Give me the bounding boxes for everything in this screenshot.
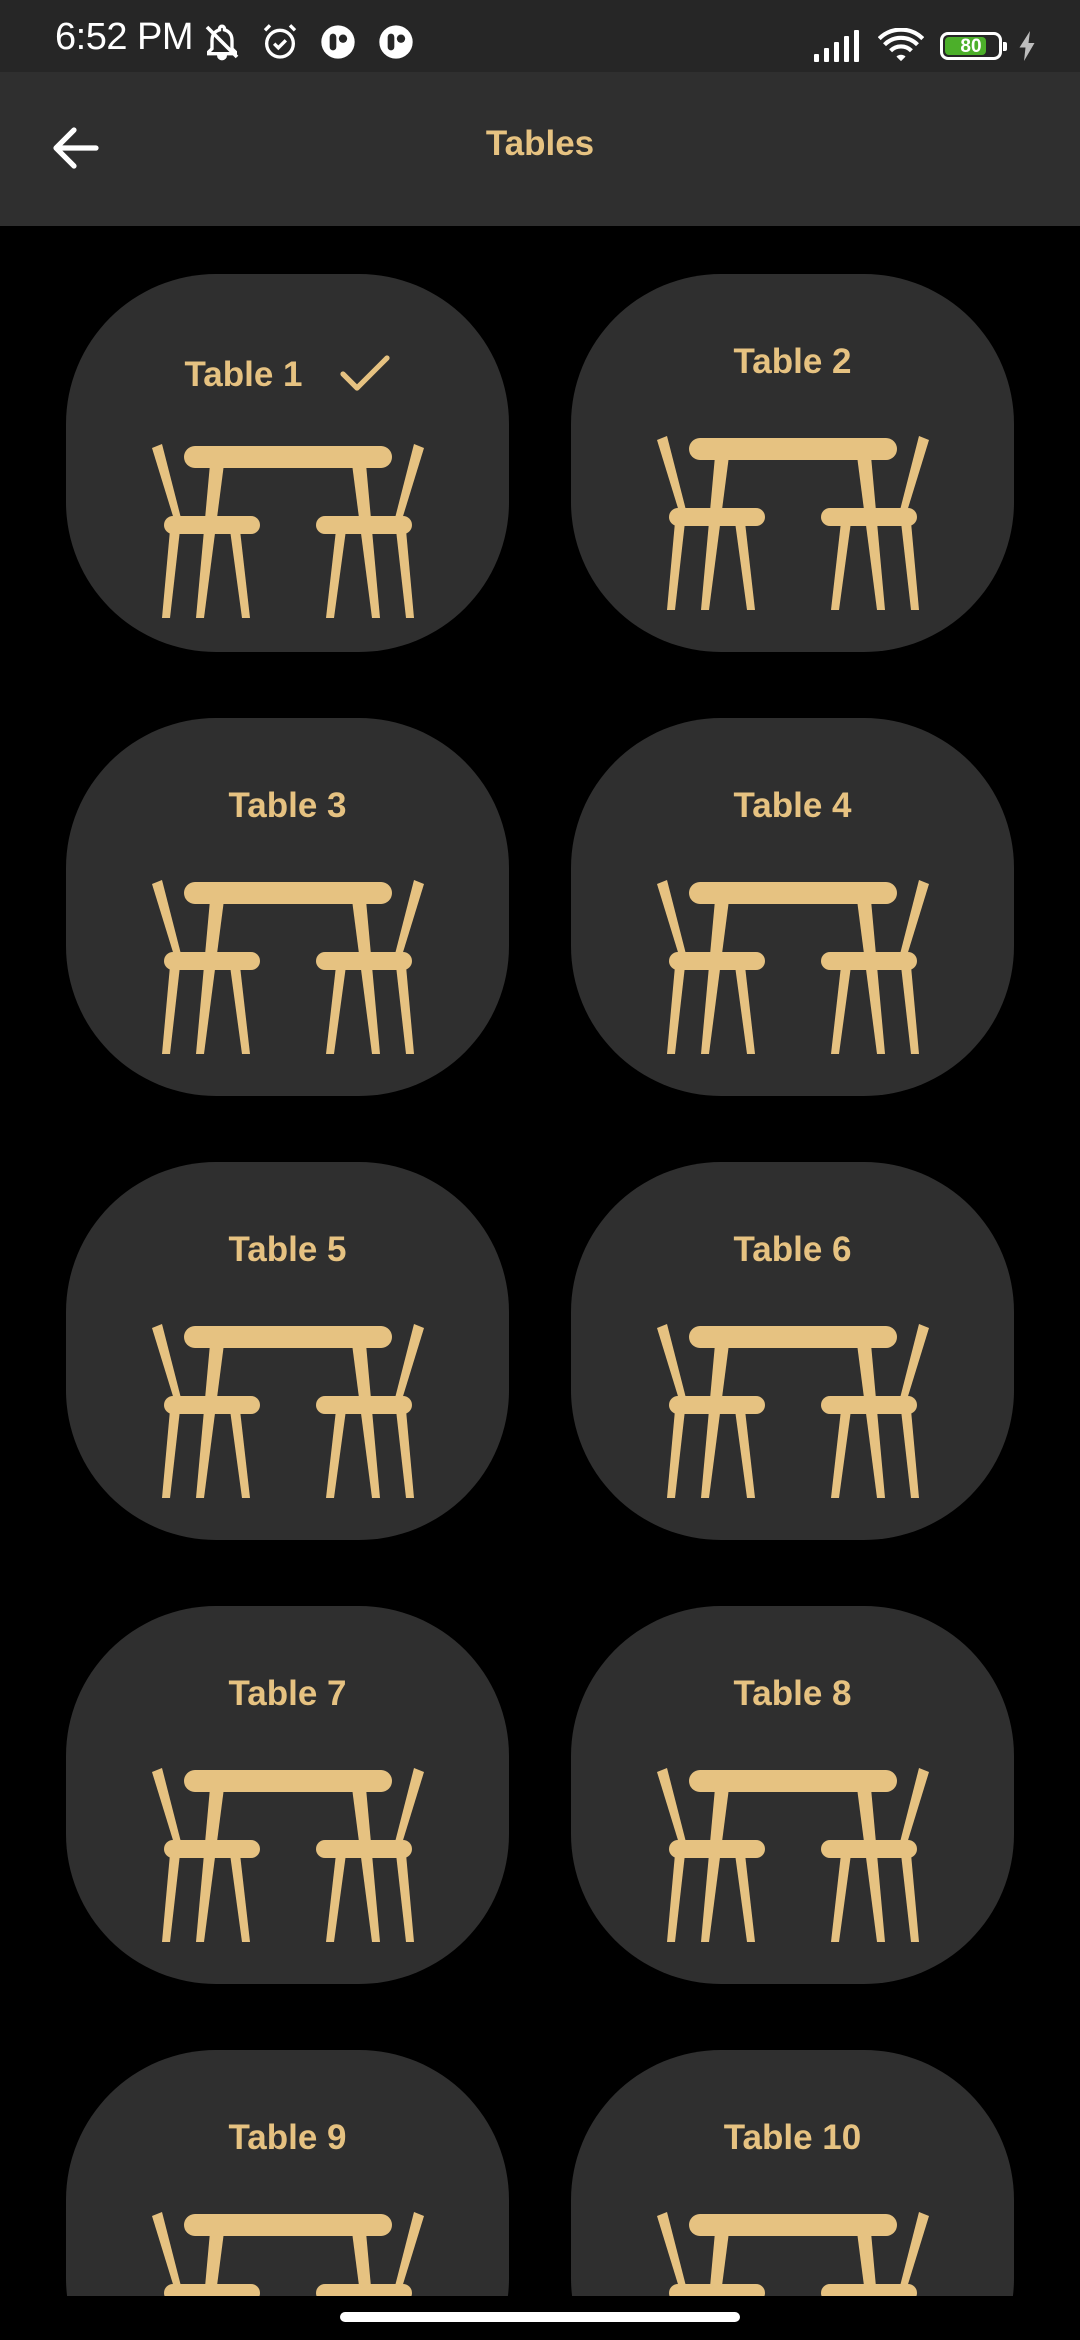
table-card-10[interactable]: Table 10 <box>571 2050 1014 2296</box>
page-title: Tables <box>485 124 595 163</box>
table-label: Table 6 <box>733 1230 852 1269</box>
table-label: Table 2 <box>733 342 852 381</box>
dining-table-icon <box>653 434 933 614</box>
alarm-icon <box>260 22 300 59</box>
table-label: Table 4 <box>733 786 852 825</box>
dining-table-icon <box>653 1766 933 1946</box>
battery-icon: 80 <box>940 32 1007 60</box>
table-card-5[interactable]: Table 5 <box>66 1162 509 1540</box>
dining-table-icon <box>148 878 428 1058</box>
table-card-header: Table 8 <box>571 1676 1014 1711</box>
home-indicator[interactable] <box>340 2312 740 2322</box>
table-card-2[interactable]: Table 2 <box>571 274 1014 652</box>
app-notification-icon <box>318 22 358 59</box>
table-label: Table 5 <box>228 1230 347 1269</box>
charging-icon <box>1018 31 1036 61</box>
status-system-icons: 80 <box>812 28 1036 64</box>
table-card-9[interactable]: Table 9 <box>66 2050 509 2296</box>
app-bar: Tables <box>0 72 1080 226</box>
table-card-header: Table 6 <box>571 1232 1014 1267</box>
table-label: Table 10 <box>723 2118 862 2157</box>
table-card-header: Table 3 <box>66 788 509 823</box>
table-card-header: Table 4 <box>571 788 1014 823</box>
dining-table-icon <box>148 442 428 622</box>
table-label: Table 3 <box>228 786 347 825</box>
table-label: Table 7 <box>228 1674 347 1713</box>
table-label: Table 8 <box>733 1674 852 1713</box>
bell-off-icon <box>202 22 242 61</box>
dining-table-icon <box>653 2210 933 2296</box>
status-notification-icons <box>202 22 416 61</box>
status-time: 6:52 PM <box>55 16 194 58</box>
app-notification-icon <box>376 22 416 59</box>
table-card-header: Table 9 <box>66 2120 509 2155</box>
signal-icon <box>812 30 862 62</box>
tables-grid-viewport[interactable]: Table 1 Table 2 Table 3 Table 4 Table 5 … <box>0 226 1080 2296</box>
battery-level: 80 <box>960 35 982 57</box>
status-bar: 6:52 PM 80 <box>0 0 1080 72</box>
nav-bar <box>0 2296 1080 2340</box>
table-card-8[interactable]: Table 8 <box>571 1606 1014 1984</box>
table-card-6[interactable]: Table 6 <box>571 1162 1014 1540</box>
table-card-7[interactable]: Table 7 <box>66 1606 509 1984</box>
dining-table-icon <box>148 1766 428 1946</box>
table-card-header: Table 7 <box>66 1676 509 1711</box>
wifi-icon <box>878 28 924 64</box>
check-icon <box>339 354 391 394</box>
table-label: Table 1 <box>184 354 303 394</box>
table-card-header: Table 5 <box>66 1232 509 1267</box>
dining-table-icon <box>653 1322 933 1502</box>
table-card-3[interactable]: Table 3 <box>66 718 509 1096</box>
table-card-header: Table 10 <box>571 2120 1014 2155</box>
dining-table-icon <box>148 2210 428 2296</box>
table-card-4[interactable]: Table 4 <box>571 718 1014 1096</box>
table-card-header: Table 1 <box>66 354 509 394</box>
dining-table-icon <box>653 878 933 1058</box>
table-card-header: Table 2 <box>571 344 1014 379</box>
tables-grid: Table 1 Table 2 Table 3 Table 4 Table 5 … <box>66 274 1014 2296</box>
dining-table-icon <box>148 1322 428 1502</box>
table-card-1[interactable]: Table 1 <box>66 274 509 652</box>
table-label: Table 9 <box>228 2118 347 2157</box>
